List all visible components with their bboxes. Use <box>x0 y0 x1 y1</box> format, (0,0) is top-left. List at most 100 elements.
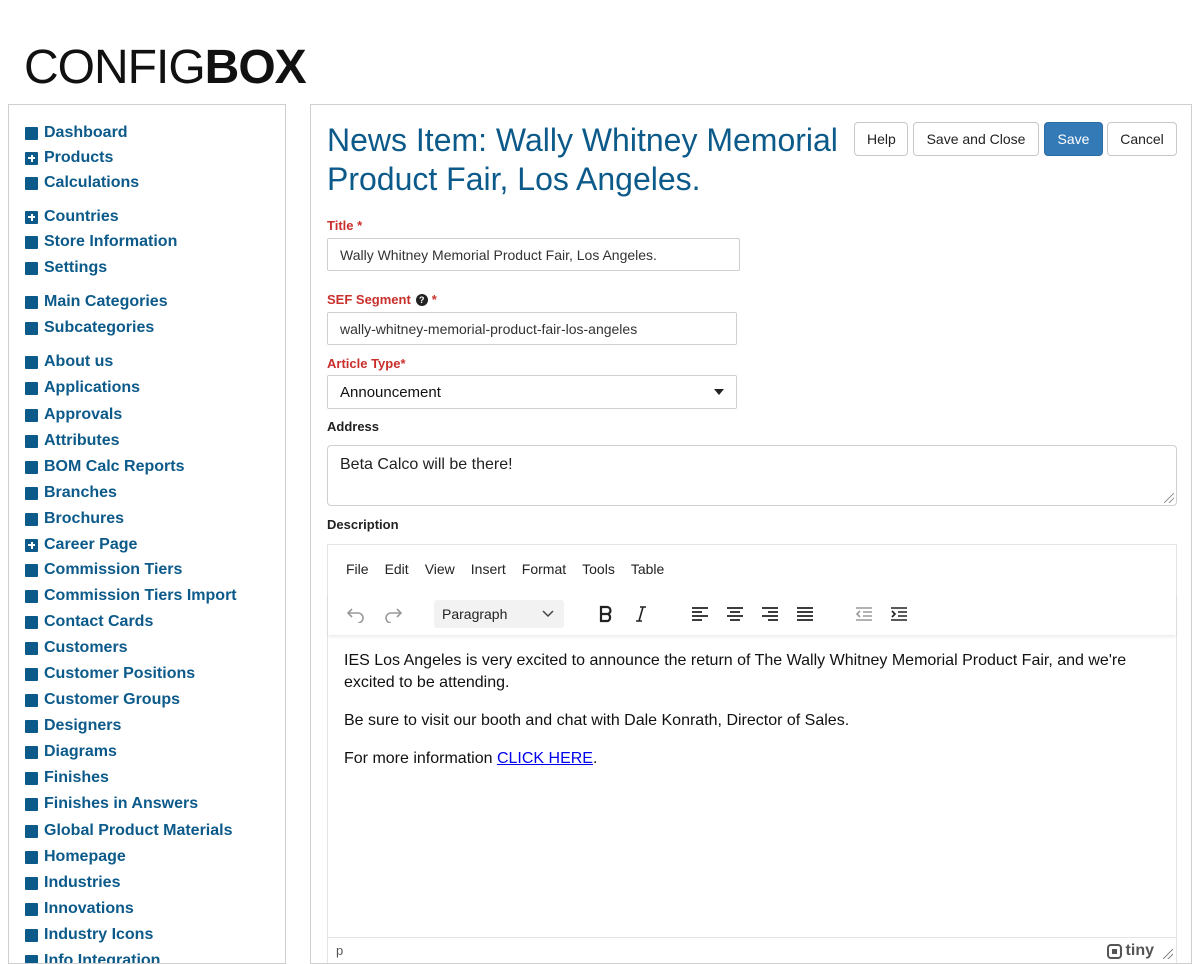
sidebar-item-attributes[interactable]: Attributes <box>25 431 120 451</box>
sidebar-item-customer-groups[interactable]: Customer Groups <box>25 690 180 710</box>
sidebar-item-label: Customer Positions <box>44 665 195 683</box>
tiny-brand-text: tiny <box>1126 942 1154 960</box>
square-icon <box>25 236 38 249</box>
save-and-close-button[interactable]: Save and Close <box>913 122 1039 156</box>
square-icon <box>25 720 38 733</box>
block-format-select[interactable]: Paragraph <box>434 600 564 628</box>
help-button[interactable]: Help <box>854 122 908 156</box>
square-icon <box>25 564 38 577</box>
sidebar-item-about-us[interactable]: About us <box>25 352 113 372</box>
sidebar-item-career-page[interactable]: Career Page <box>25 535 137 555</box>
menu-view[interactable]: View <box>417 561 463 577</box>
editor-menubar: File Edit View Insert Format Tools Table <box>328 545 1176 593</box>
sidebar-item-contact-cards[interactable]: Contact Cards <box>25 612 153 632</box>
menu-file[interactable]: File <box>338 561 377 577</box>
menu-insert[interactable]: Insert <box>463 561 514 577</box>
square-icon <box>25 616 38 629</box>
plus-square-icon <box>25 211 38 224</box>
square-icon <box>25 435 38 448</box>
square-icon <box>25 177 38 190</box>
sidebar-item-finishes-in-answers[interactable]: Finishes in Answers <box>25 794 198 814</box>
square-icon <box>25 694 38 707</box>
sidebar-item-subcategories[interactable]: Subcategories <box>25 318 154 338</box>
align-right-icon[interactable] <box>755 600 785 628</box>
square-icon <box>25 409 38 422</box>
align-center-icon[interactable] <box>720 600 750 628</box>
title-input[interactable] <box>327 238 740 271</box>
sidebar-item-label: Homepage <box>44 848 126 866</box>
indent-icon[interactable] <box>884 600 914 628</box>
editor-statusbar: p tiny <box>328 937 1176 963</box>
sidebar-item-applications[interactable]: Applications <box>25 378 140 398</box>
article-type-value: Announcement <box>340 384 441 401</box>
sidebar-item-industry-icons[interactable]: Industry Icons <box>25 925 153 945</box>
sidebar-item-products[interactable]: Products <box>25 148 113 168</box>
sidebar-item-settings[interactable]: Settings <box>25 258 107 278</box>
sidebar-item-branches[interactable]: Branches <box>25 483 117 503</box>
menu-table[interactable]: Table <box>623 561 672 577</box>
address-label: Address <box>327 419 379 434</box>
address-textarea[interactable]: Beta Calco will be there! <box>327 445 1177 506</box>
click-here-link[interactable]: CLICK HERE <box>497 750 593 767</box>
sidebar-item-label: Calculations <box>44 174 139 192</box>
undo-icon[interactable] <box>341 600 371 628</box>
square-icon <box>25 461 38 474</box>
sidebar-item-industries[interactable]: Industries <box>25 873 120 893</box>
italic-icon[interactable] <box>626 600 656 628</box>
sidebar-item-brochures[interactable]: Brochures <box>25 509 124 529</box>
tiny-brand[interactable]: tiny <box>1107 942 1154 960</box>
resize-handle-icon[interactable] <box>1164 493 1174 503</box>
sidebar-item-label: Settings <box>44 259 107 277</box>
outdent-icon[interactable] <box>849 600 879 628</box>
sidebar-item-innovations[interactable]: Innovations <box>25 899 134 919</box>
sidebar-item-approvals[interactable]: Approvals <box>25 405 122 425</box>
menu-edit[interactable]: Edit <box>377 561 417 577</box>
sef-segment-label: SEF Segment ? * <box>327 292 437 307</box>
square-icon <box>25 296 38 309</box>
align-left-icon[interactable] <box>685 600 715 628</box>
sidebar-item-customers[interactable]: Customers <box>25 638 128 658</box>
sidebar-item-main-categories[interactable]: Main Categories <box>25 292 168 312</box>
sidebar-item-diagrams[interactable]: Diagrams <box>25 742 117 762</box>
sidebar-item-label: Dashboard <box>44 124 128 142</box>
rich-text-editor: File Edit View Insert Format Tools Table… <box>327 544 1177 964</box>
sidebar-item-global-product-materials[interactable]: Global Product Materials <box>25 821 232 841</box>
cancel-button[interactable]: Cancel <box>1107 122 1177 156</box>
sef-segment-input[interactable] <box>327 312 737 345</box>
square-icon <box>25 487 38 500</box>
sidebar: Dashboard Products Calculations Countries St… <box>8 104 286 964</box>
redo-icon[interactable] <box>378 600 408 628</box>
sidebar-item-designers[interactable]: Designers <box>25 716 121 736</box>
sidebar-item-customer-positions[interactable]: Customer Positions <box>25 664 195 684</box>
sidebar-item-bom-calc-reports[interactable]: BOM Calc Reports <box>25 457 184 477</box>
element-path[interactable]: p <box>336 943 343 958</box>
article-type-select[interactable]: Announcement <box>327 375 737 409</box>
configbox-logo: CONFIGBOX <box>24 40 306 96</box>
sidebar-item-finishes[interactable]: Finishes <box>25 768 109 788</box>
sidebar-item-label: Career Page <box>44 536 137 554</box>
block-format-value: Paragraph <box>442 606 507 622</box>
sidebar-item-countries[interactable]: Countries <box>25 207 119 227</box>
square-icon <box>25 127 38 140</box>
sidebar-item-commission-tiers[interactable]: Commission Tiers <box>25 560 182 580</box>
square-icon <box>25 955 38 964</box>
sidebar-item-dashboard[interactable]: Dashboard <box>25 123 128 143</box>
editor-resize-icon[interactable] <box>1163 949 1173 959</box>
plus-square-icon <box>25 539 38 552</box>
sidebar-item-store-information[interactable]: Store Information <box>25 232 177 252</box>
save-button[interactable]: Save <box>1044 122 1103 156</box>
sidebar-item-label: Store Information <box>44 233 177 251</box>
sidebar-item-label: Info Integration <box>44 952 160 964</box>
editor-toolbar: Paragraph <box>328 593 1176 635</box>
sidebar-item-commission-tiers-import[interactable]: Commission Tiers Import <box>25 586 237 606</box>
question-circle-icon[interactable]: ? <box>416 294 428 306</box>
editor-content[interactable]: IES Los Angeles is very excited to annou… <box>344 650 1164 786</box>
menu-tools[interactable]: Tools <box>574 561 623 577</box>
sidebar-item-label: About us <box>44 353 113 371</box>
address-value: Beta Calco will be there! <box>340 456 513 473</box>
bold-icon[interactable] <box>591 600 621 628</box>
align-justify-icon[interactable] <box>790 600 820 628</box>
menu-format[interactable]: Format <box>514 561 574 577</box>
sidebar-item-homepage[interactable]: Homepage <box>25 847 126 867</box>
sidebar-item-calculations[interactable]: Calculations <box>25 173 139 193</box>
